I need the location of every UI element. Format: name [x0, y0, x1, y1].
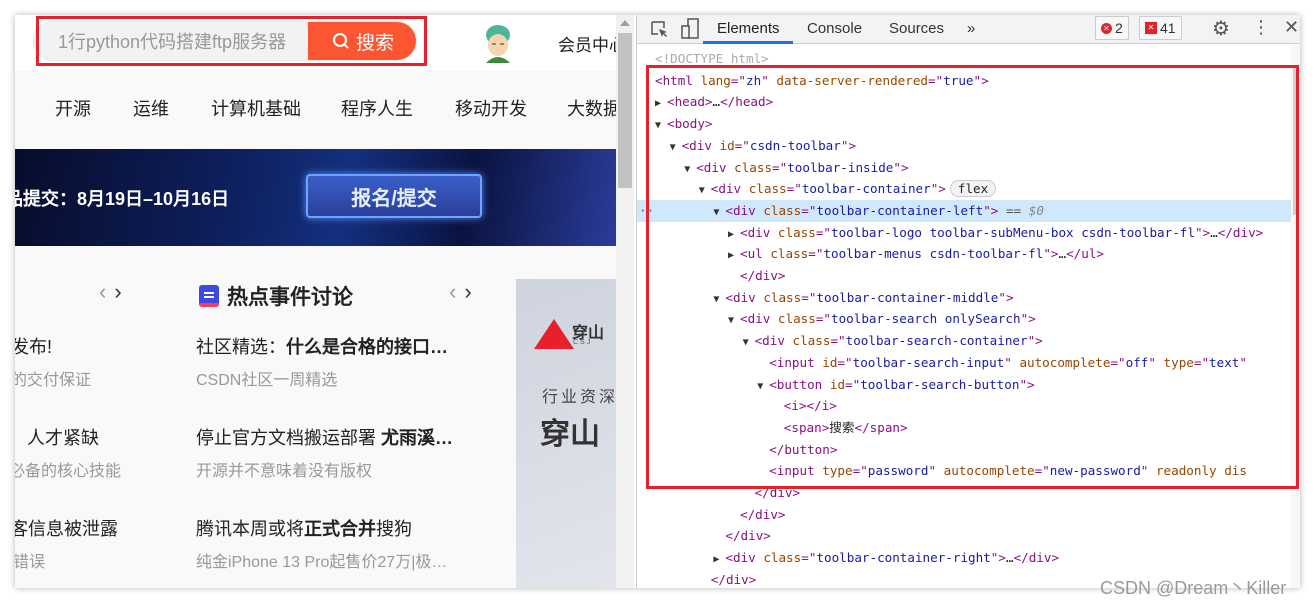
devtools-toolbar: Elements Console Sources » ✕ 2 ✕ 41 ⚙ ⋮ ✕ [637, 15, 1300, 44]
category-nav: 开源 运维 计算机基础 程序人生 移动开发 大数据 [15, 71, 616, 149]
nav-item[interactable]: 大数据 [567, 95, 616, 121]
tab-elements[interactable]: Elements [717, 20, 780, 37]
expand-triangle-icon[interactable]: ▶ [713, 549, 725, 571]
more-tabs-button[interactable]: » [967, 20, 975, 37]
event-banner[interactable]: 作品提交：8月19日–10月16日 报名/提交 [15, 149, 616, 246]
issues-badge[interactable]: ✕ 41 [1139, 16, 1182, 40]
hot-item-subtitle: CSDN社区一周精选 [196, 372, 338, 389]
banner-submit-button[interactable]: 报名/提交 [306, 174, 482, 218]
chevron-right-icon[interactable]: › [114, 279, 121, 304]
ad-banner[interactable]: 穿山 CSJ 行业资深 穿山 [516, 279, 616, 588]
hot-topics-title: 热点事件讨论 [199, 281, 353, 311]
devtools-panel: Elements Console Sources » ✕ 2 ✕ 41 ⚙ ⋮ ✕ … [636, 15, 1300, 588]
hot-item-subtitle: 纯金iPhone 13 Pro起售价27万|极… [196, 554, 448, 571]
code-token-tag: <div [725, 550, 764, 566]
dom-node[interactable]: </div> [637, 525, 1291, 547]
title-plain: 社区精选： [196, 337, 286, 357]
issue-icon: ✕ [1145, 22, 1157, 34]
csdn-page: 搜索 会员中心 开源 运维 计算机基础 程序人生 移动开发 大数据 作品提交：8… [15, 15, 616, 588]
active-tab-indicator [703, 41, 793, 44]
left-item-title[interactable]: ：人才紧缺 [15, 424, 99, 450]
scroll-up-icon[interactable] [620, 20, 630, 26]
issue-count: 41 [1160, 20, 1176, 36]
left-item-subtitle: 错误 [15, 554, 46, 571]
left-item-subtitle: 必备的核心技能 [15, 463, 122, 480]
title-after: 搜狗 [376, 519, 412, 539]
toolbar: 搜索 会员中心 [15, 15, 616, 71]
code-token-an: class [763, 550, 802, 566]
highlight-box-code [646, 65, 1299, 489]
dom-node[interactable]: </div> [637, 504, 1291, 526]
close-icon[interactable]: ✕ [1284, 17, 1299, 38]
ad-line2: 穿山 [540, 418, 600, 451]
ad-logo-icon [534, 319, 574, 349]
hot-topics-icon [199, 285, 219, 307]
chevron-left-icon[interactable]: ‹ [99, 279, 106, 304]
scrollbar-thumb[interactable] [618, 33, 632, 188]
page-scrollbar[interactable] [616, 15, 634, 588]
avatar[interactable] [481, 23, 515, 63]
code-token-av: toolbar-container-right [816, 550, 991, 566]
highlight-box-search [36, 16, 427, 66]
window: 搜索 会员中心 开源 运维 计算机基础 程序人生 移动开发 大数据 作品提交：8… [15, 15, 1300, 588]
code-token-tag: </div> [740, 506, 786, 522]
error-count: 2 [1115, 20, 1123, 36]
title-bold: 什么是合格的接口… [286, 337, 448, 357]
code-token-tag: </div> [725, 528, 771, 544]
vip-center-link[interactable]: 会员中心 [558, 31, 616, 56]
title-plain: 停止官方文档搬运部署 [196, 428, 381, 448]
hot-item-title[interactable]: 腾讯本周或将正式合并搜狗 [196, 515, 412, 541]
hot-item-title[interactable]: 社区精选：什么是合格的接口… [196, 333, 448, 359]
ad-brand-sub: CSJ [573, 339, 593, 346]
title-bold: 尤雨溪… [381, 428, 453, 448]
carousel-arrows-left: ‹ › [99, 279, 122, 305]
nav-item[interactable]: 计算机基础 [211, 95, 301, 121]
code-token-tag: "> [990, 550, 1006, 566]
code-token-tag: </div> [1013, 550, 1060, 566]
nav-item[interactable]: 程序人生 [341, 95, 413, 121]
left-item-title[interactable]: 客信息被泄露 [15, 515, 118, 541]
tab-sources[interactable]: Sources [889, 20, 944, 37]
title-bold: 正式合并 [304, 519, 376, 539]
code-token-tag: =" [801, 550, 817, 566]
code-token-gray: <!DOCTYPE html> [655, 51, 769, 66]
watermark: CSDN @Dream丶Killer [1100, 578, 1287, 598]
dom-node[interactable]: ▶ <div class="toolbar-container-right">…<… [637, 547, 1291, 569]
settings-gear-icon[interactable]: ⚙ [1212, 16, 1230, 41]
more-options-icon[interactable]: ⋮ [1252, 17, 1270, 38]
nav-item[interactable]: 开源 [55, 95, 91, 121]
left-item-title[interactable]: 发布! [15, 333, 52, 359]
errors-badge[interactable]: ✕ 2 [1095, 16, 1129, 40]
hot-topics-label: 热点事件讨论 [227, 286, 353, 309]
chevron-left-icon[interactable]: ‹ [449, 279, 456, 304]
hot-item-subtitle: 开源并不意味着没有版权 [196, 463, 373, 480]
banner-text: 作品提交：8月19日–10月16日 [15, 189, 230, 209]
nav-item[interactable]: 移动开发 [455, 95, 527, 121]
chevron-right-icon[interactable]: › [464, 279, 471, 304]
nav-item[interactable]: 运维 [133, 95, 169, 121]
inspect-element-icon[interactable] [649, 19, 669, 39]
carousel-arrows-right: ‹ › [449, 279, 472, 305]
left-item-subtitle: 的交付保证 [15, 372, 92, 389]
title-plain: 腾讯本周或将 [196, 519, 304, 539]
hot-item-title[interactable]: 停止官方文档搬运部署 尤雨溪… [196, 424, 453, 450]
code-token-tx: … [1005, 550, 1014, 566]
error-icon: ✕ [1101, 22, 1112, 34]
device-toolbar-icon[interactable] [681, 18, 701, 40]
tab-console[interactable]: Console [807, 20, 862, 37]
ad-line1: 行业资深 [542, 389, 616, 406]
code-token-tag: </div> [710, 571, 757, 587]
